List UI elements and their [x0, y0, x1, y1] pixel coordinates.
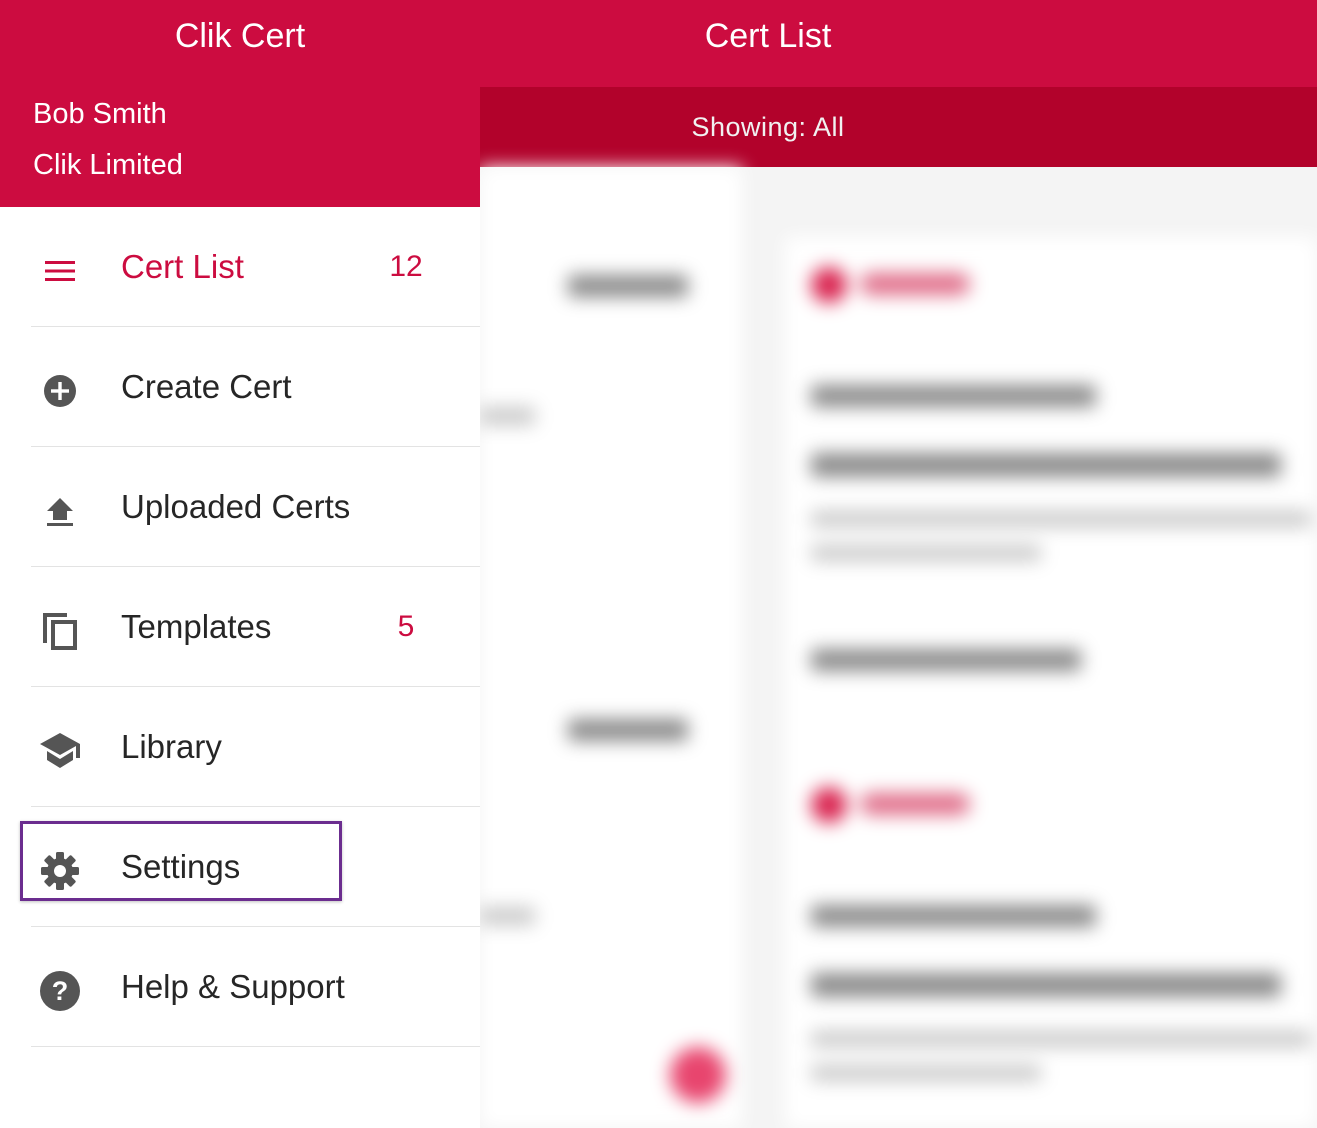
filter-bar[interactable]: Showing: All	[480, 87, 1317, 167]
copy-icon	[36, 607, 84, 655]
school-icon	[36, 727, 84, 775]
menu-item-label: Help & Support	[121, 968, 345, 1005]
navigation-drawer: Clik Cert Bob Smith Clik Limited Cert Li…	[0, 0, 480, 1128]
top-app-bar: Cert List	[480, 0, 1317, 87]
menu-item-label: Cert List	[121, 248, 244, 285]
help-icon: ?	[36, 967, 84, 1015]
add-cert-fab[interactable]	[670, 1047, 726, 1103]
menu-item-settings[interactable]: Settings	[0, 807, 480, 927]
user-name: Bob Smith	[33, 98, 167, 130]
menu-item-library[interactable]: Library	[0, 687, 480, 807]
menu-item-cert-list[interactable]: Cert List 12	[0, 207, 480, 327]
app-title: Clik Cert	[174, 17, 306, 55]
svg-text:?: ?	[52, 976, 69, 1006]
menu-item-label: Templates	[121, 608, 272, 645]
blurred-cert-list	[480, 167, 1317, 1128]
menu-item-label: Uploaded Certs	[121, 488, 351, 525]
menu-item-templates[interactable]: Templates 5	[0, 567, 480, 687]
menu-item-create-cert[interactable]: Create Cert	[0, 327, 480, 447]
main-content: Cert List Showing: All	[480, 0, 1317, 1128]
menu-item-uploaded-certs[interactable]: Uploaded Certs	[0, 447, 480, 567]
filter-label: Showing: All	[691, 112, 845, 142]
cert-list-right-column	[785, 237, 1317, 1128]
drawer-menu: Cert List 12 Create Cert Uploaded Certs …	[0, 207, 480, 1047]
menu-icon	[36, 247, 84, 295]
company-name: Clik Limited	[33, 149, 183, 181]
menu-item-label: Library	[121, 728, 222, 765]
menu-item-label: Settings	[121, 848, 241, 885]
add-circle-icon	[36, 367, 84, 415]
template-count-badge: 5	[397, 610, 415, 643]
drawer-header: Clik Cert Bob Smith Clik Limited	[0, 0, 480, 207]
cert-list-left-column	[480, 167, 742, 1128]
page-title: Cert List	[704, 17, 832, 55]
menu-item-label: Create Cert	[121, 368, 292, 405]
menu-item-help-support[interactable]: ? Help & Support	[0, 927, 480, 1047]
upload-icon	[36, 487, 84, 535]
gear-icon	[36, 847, 84, 895]
cert-count-badge: 12	[389, 250, 423, 283]
